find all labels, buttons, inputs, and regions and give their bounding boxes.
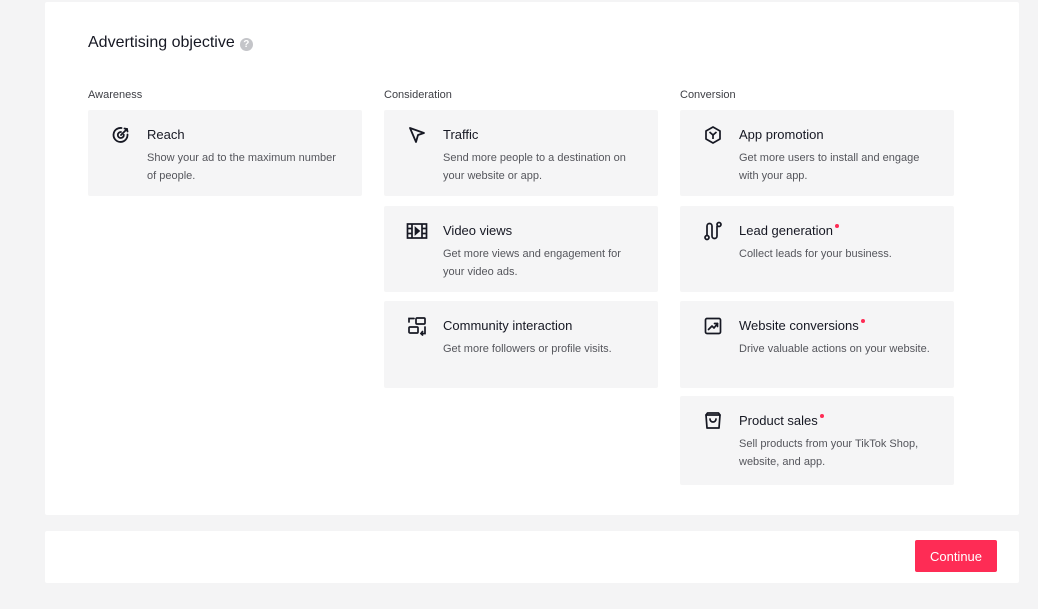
card-title: Website conversions <box>739 318 865 333</box>
new-badge-dot <box>834 224 839 228</box>
trend-chart-icon <box>702 315 724 337</box>
continue-button[interactable]: Continue <box>915 540 997 572</box>
new-badge-dot <box>819 414 824 418</box>
help-icon[interactable]: ? <box>239 37 253 51</box>
objective-card-product-sales[interactable]: Product sales Sell products from your Ti… <box>680 396 954 485</box>
objective-card-community-interaction[interactable]: Community interaction Get more followers… <box>384 301 658 388</box>
new-badge-dot <box>860 319 865 323</box>
card-description: Show your ad to the maximum number of pe… <box>147 152 336 182</box>
objective-card-traffic[interactable]: Traffic Send more people to a destinatio… <box>384 110 658 196</box>
card-description: Get more users to install and engage wit… <box>739 152 920 182</box>
target-icon <box>110 124 132 146</box>
lead-route-icon <box>702 220 724 242</box>
shopping-bag-icon <box>702 410 724 432</box>
objective-card-app-promotion[interactable]: App promotion Get more users to install … <box>680 110 954 196</box>
cursor-arrow-icon <box>406 124 428 146</box>
card-title: Video views <box>443 223 513 238</box>
card-description: Get more followers or profile visits. <box>443 343 612 355</box>
objective-card-reach[interactable]: Reach Show your ad to the maximum number… <box>88 110 362 196</box>
card-title: Community interaction <box>443 318 573 333</box>
card-title: Reach <box>147 127 185 142</box>
objective-card-lead-generation[interactable]: Lead generation Collect leads for your b… <box>680 206 954 292</box>
column-label-awareness: Awareness <box>88 89 143 101</box>
card-description: Get more views and engagement for your v… <box>443 248 621 278</box>
cube-icon <box>702 124 724 146</box>
card-title: App promotion <box>739 127 824 142</box>
card-description: Send more people to a destination on you… <box>443 152 626 182</box>
card-description: Drive valuable actions on your website. <box>739 343 930 355</box>
objective-panel: Advertising objective ? Awareness Consid… <box>45 2 1019 515</box>
page-title: Advertising objective <box>88 34 235 51</box>
footer-bar: Continue <box>45 531 1019 583</box>
community-icon <box>406 315 428 337</box>
card-description: Sell products from your TikTok Shop, web… <box>739 438 919 468</box>
column-label-conversion: Conversion <box>680 89 736 101</box>
objective-card-video-views[interactable]: Video views Get more views and engagemen… <box>384 206 658 292</box>
card-title: Product sales <box>739 413 824 428</box>
column-label-consideration: Consideration <box>384 89 452 101</box>
objective-card-website-conversions[interactable]: Website conversions Drive valuable actio… <box>680 301 954 388</box>
card-title: Lead generation <box>739 223 839 238</box>
objective-header: Advertising objective ? <box>88 34 253 52</box>
film-icon <box>406 220 428 242</box>
card-title: Traffic <box>443 127 479 142</box>
card-description: Collect leads for your business. <box>739 248 892 260</box>
